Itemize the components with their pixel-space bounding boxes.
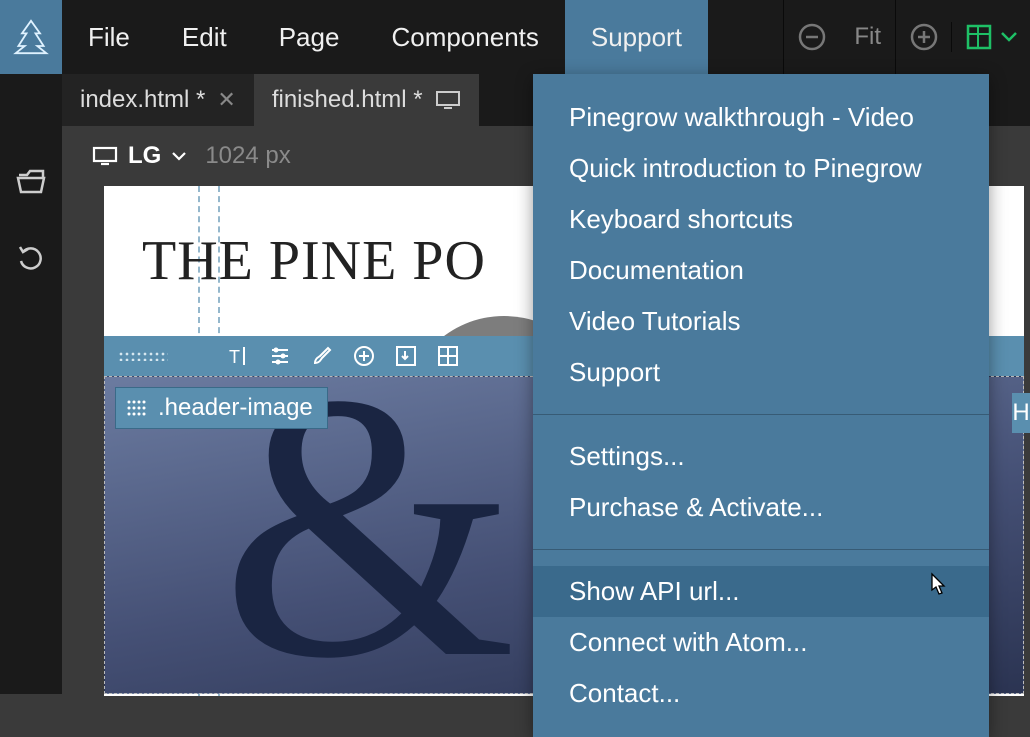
sliders-icon[interactable] — [268, 344, 292, 368]
undo-button[interactable] — [13, 240, 49, 276]
menu-item-tutorials[interactable]: Video Tutorials — [533, 296, 989, 347]
tab-index[interactable]: index.html * ✕ — [62, 74, 254, 126]
menu-item-settings[interactable]: Settings... — [533, 431, 989, 482]
selection-label-tag[interactable]: .header-image — [115, 387, 328, 429]
breakpoint-size: LG — [128, 142, 161, 170]
menu-item-support[interactable]: Support — [533, 347, 989, 398]
add-icon[interactable] — [352, 344, 376, 368]
menu-separator — [533, 414, 989, 415]
grid-toggle-button[interactable] — [951, 22, 1030, 52]
menu-file[interactable]: File — [62, 0, 156, 74]
menu-item-intro[interactable]: Quick introduction to Pinegrow — [533, 143, 989, 194]
grid-dots-icon — [126, 399, 148, 417]
menu-edit[interactable]: Edit — [156, 0, 253, 74]
grid-icon — [964, 22, 994, 52]
left-sidebar — [0, 74, 62, 694]
top-menu-bar: File Edit Page Components Support Fit — [0, 0, 1030, 74]
menu-item-shortcuts[interactable]: Keyboard shortcuts — [533, 194, 989, 245]
tab-close-button[interactable]: ✕ — [217, 87, 235, 113]
minus-circle-icon — [797, 22, 827, 52]
tab-label: index.html * — [80, 86, 205, 114]
table-icon[interactable] — [436, 344, 460, 368]
menu-item-walkthrough[interactable]: Pinegrow walkthrough - Video — [533, 92, 989, 143]
plus-circle-icon — [909, 22, 939, 52]
insert-icon[interactable] — [394, 344, 418, 368]
breakpoint-selector[interactable]: LG 1024 px — [92, 142, 291, 170]
tab-finished[interactable]: finished.html * — [254, 74, 479, 126]
menu-page[interactable]: Page — [253, 0, 366, 74]
breakpoint-width: 1024 px — [205, 142, 290, 170]
menu-components[interactable]: Components — [365, 0, 564, 74]
pinegrow-logo-icon — [13, 19, 49, 55]
element-badge: H — [1012, 393, 1030, 433]
menu-item-docs[interactable]: Documentation — [533, 245, 989, 296]
undo-icon — [16, 243, 46, 273]
selection-label-text: .header-image — [158, 394, 313, 422]
folder-icon — [16, 169, 46, 195]
page-title: THE PINE PO — [142, 229, 486, 293]
menu-item-atom[interactable]: Connect with Atom... — [533, 617, 989, 668]
menu-item-purchase[interactable]: Purchase & Activate... — [533, 482, 989, 533]
chevron-down-icon — [1000, 31, 1018, 43]
chevron-down-icon — [171, 151, 187, 161]
menu-separator — [533, 549, 989, 550]
svg-text:T: T — [229, 347, 240, 367]
project-button[interactable] — [13, 164, 49, 200]
zoom-in-button[interactable] — [895, 0, 951, 74]
menu-support[interactable]: Support — [565, 0, 708, 74]
brush-icon[interactable] — [310, 344, 334, 368]
tab-label: finished.html * — [272, 86, 423, 114]
zoom-level-label[interactable]: Fit — [840, 23, 895, 51]
zoom-controls: Fit — [783, 0, 1030, 74]
text-edit-icon[interactable]: T — [226, 344, 250, 368]
support-dropdown: Pinegrow walkthrough - Video Quick intro… — [533, 74, 989, 737]
menu-item-api-url[interactable]: Show API url... — [533, 566, 989, 617]
monitor-icon — [92, 146, 118, 166]
zoom-out-button[interactable] — [784, 0, 840, 74]
monitor-icon — [435, 90, 461, 110]
app-logo[interactable] — [0, 0, 62, 74]
